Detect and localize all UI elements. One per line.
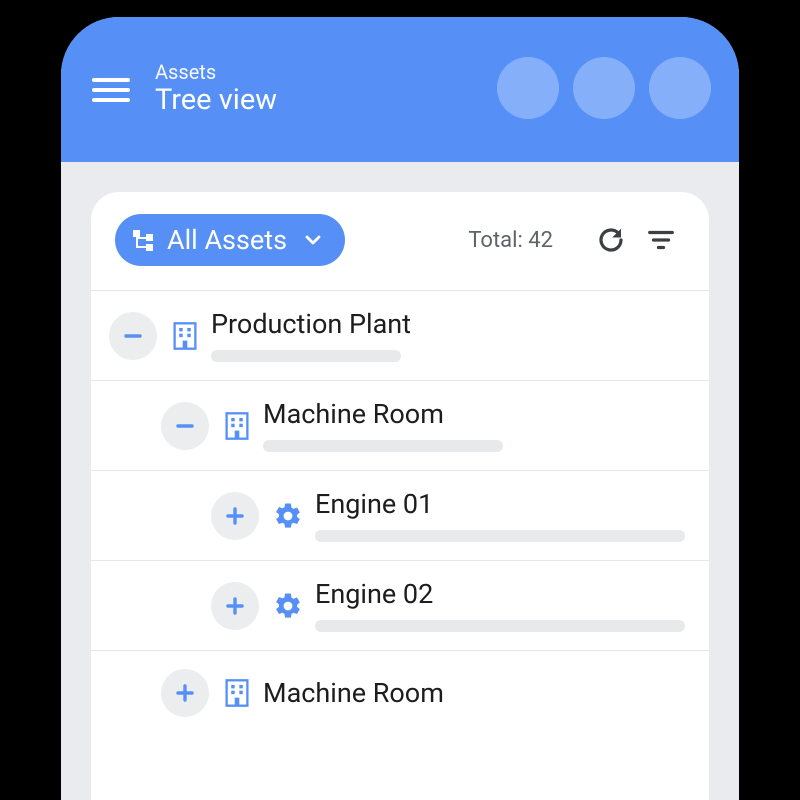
tree-row-text: Engine 02: [315, 579, 691, 632]
tree-row-text: Engine 01: [315, 489, 691, 542]
collapse-button[interactable]: [161, 402, 209, 450]
tree-row-label: Production Plant: [211, 309, 691, 340]
chevron-down-icon: [299, 230, 323, 250]
page-title-block: Assets Tree view: [155, 61, 277, 118]
tree-row[interactable]: Machine Room: [91, 381, 709, 471]
tree-row[interactable]: Machine Room: [91, 651, 709, 735]
gear-icon: [273, 501, 303, 531]
tree-row-label: Engine 02: [315, 579, 691, 610]
gear-icon: [273, 591, 303, 621]
tree-row-label: Machine Room: [263, 399, 691, 430]
appbar-action-placeholders: [497, 57, 711, 119]
placeholder-line: [263, 440, 503, 452]
tree-row-text: Machine Room: [263, 399, 691, 452]
tree-row-label: Machine Room: [263, 678, 691, 709]
tree-row[interactable]: Engine 02: [91, 561, 709, 651]
placeholder-line: [315, 530, 685, 542]
placeholder-dot: [497, 57, 559, 119]
app-bar: Assets Tree view: [61, 17, 739, 162]
scope-dropdown-label: All Assets: [167, 224, 287, 256]
placeholder-dot: [649, 57, 711, 119]
tree-row[interactable]: Production Plant: [91, 291, 709, 381]
collapse-button[interactable]: [109, 312, 157, 360]
tree-row-text: Production Plant: [211, 309, 691, 362]
tree-row[interactable]: Engine 01: [91, 471, 709, 561]
tree-row-label: Engine 01: [315, 489, 691, 520]
building-icon: [171, 321, 199, 351]
total-count: Total: 42: [468, 228, 553, 253]
expand-button[interactable]: [211, 582, 259, 630]
placeholder-dot: [573, 57, 635, 119]
placeholder-line: [315, 620, 685, 632]
filter-button[interactable]: [643, 222, 679, 258]
placeholder-line: [211, 350, 401, 362]
content-card: All Assets Total: 42 Product: [91, 192, 709, 800]
toolbar: All Assets Total: 42: [91, 214, 709, 291]
device-frame: Assets Tree view: [61, 17, 739, 800]
building-icon: [223, 678, 251, 708]
scope-dropdown[interactable]: All Assets: [115, 214, 345, 266]
breadcrumb: Assets: [155, 61, 277, 83]
menu-button[interactable]: [89, 68, 133, 112]
expand-button[interactable]: [161, 669, 209, 717]
refresh-button[interactable]: [593, 222, 629, 258]
tree-row-text: Machine Room: [263, 678, 691, 709]
page-title: Tree view: [155, 83, 277, 118]
expand-button[interactable]: [211, 492, 259, 540]
tree-icon: [131, 228, 155, 252]
building-icon: [223, 411, 251, 441]
